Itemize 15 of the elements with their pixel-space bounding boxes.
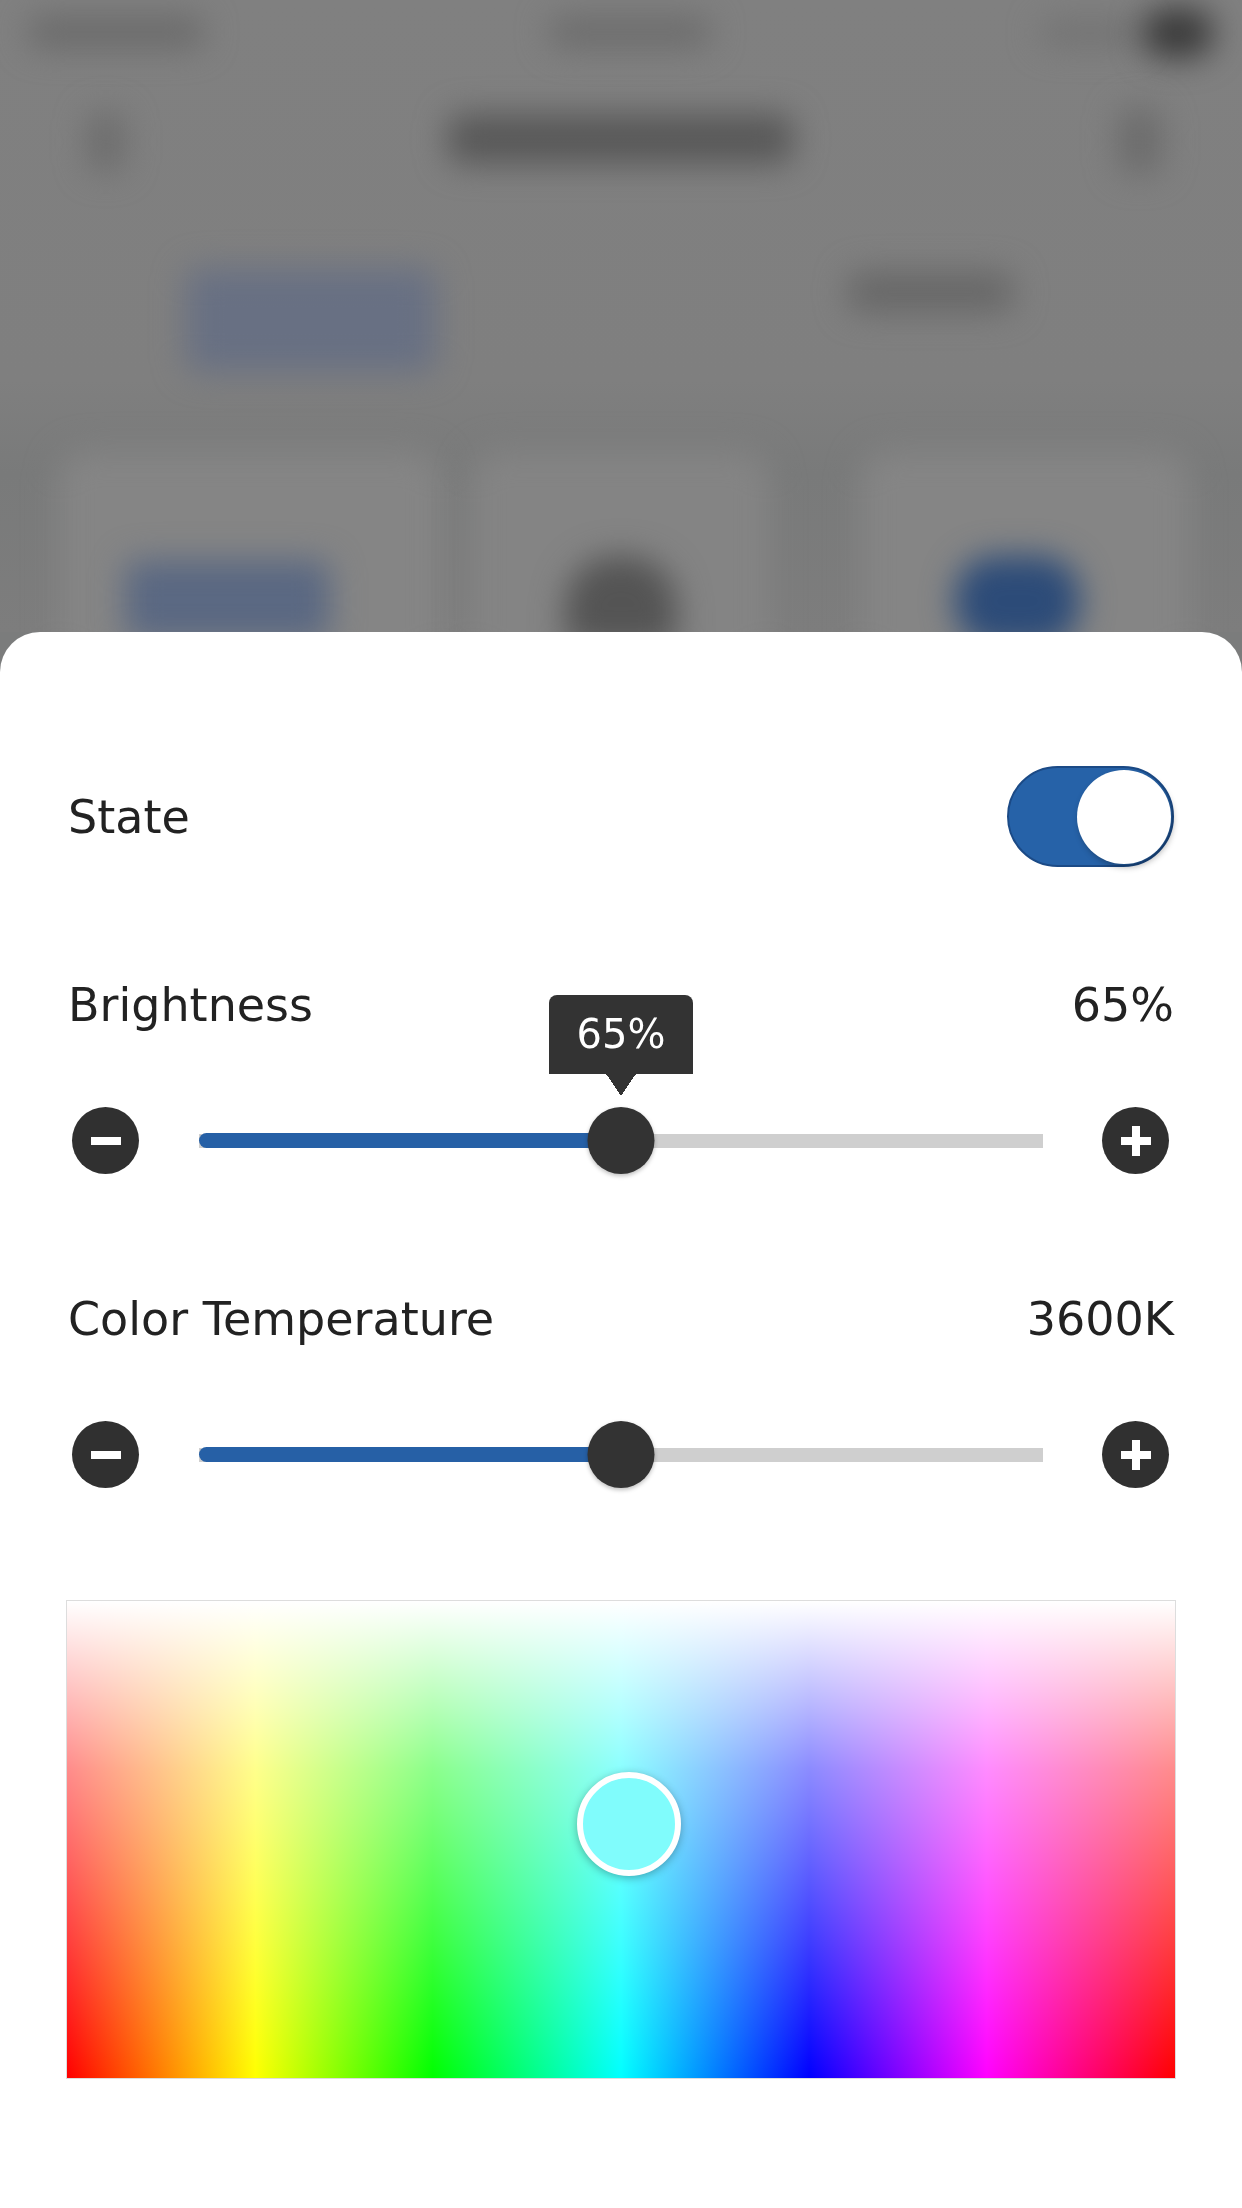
slider-label: Color Temperature — [68, 1291, 495, 1347]
state-label: State — [68, 788, 190, 845]
minus-icon — [90, 1136, 121, 1145]
minus-icon — [90, 1450, 121, 1459]
color-picker[interactable] — [66, 1600, 1176, 2079]
slider-reading: 65% — [1071, 977, 1174, 1033]
slider-reading: 3600K — [1026, 1291, 1174, 1347]
slider-thumb[interactable] — [587, 1107, 655, 1174]
state-toggle[interactable] — [1007, 766, 1174, 867]
value-tooltip: 65% — [549, 995, 693, 1096]
color-marker[interactable] — [576, 1772, 681, 1877]
plus-icon — [1120, 1439, 1151, 1470]
plus-icon — [1120, 1125, 1151, 1156]
slider-thumb[interactable] — [587, 1421, 655, 1488]
slider-label: Brightness — [68, 977, 314, 1033]
